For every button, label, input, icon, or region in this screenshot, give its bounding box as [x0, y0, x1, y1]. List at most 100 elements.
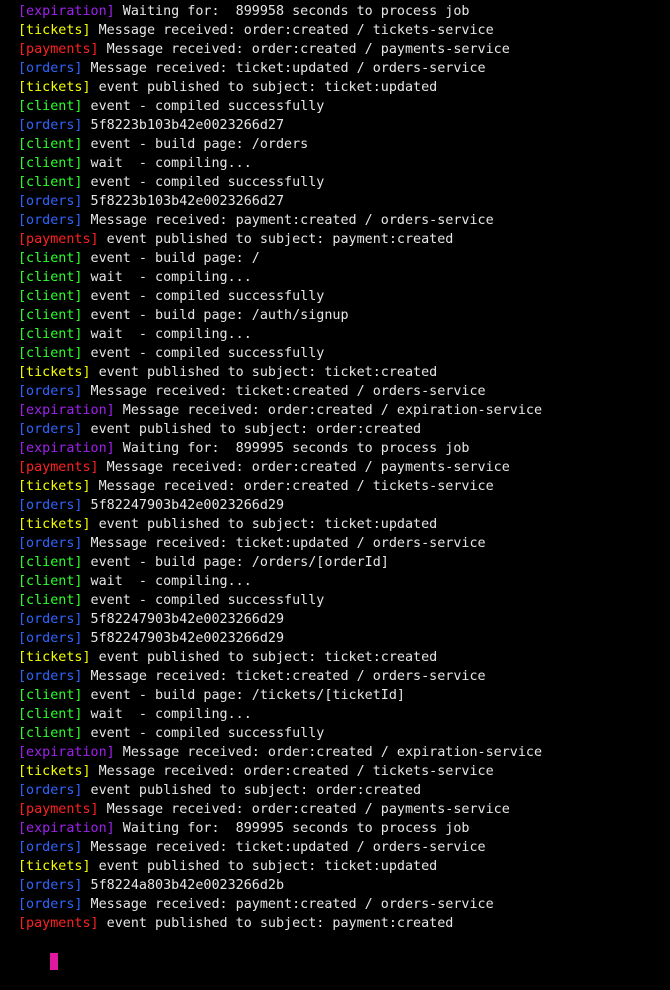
log-line-payments: [payments] Message received: order:creat… [18, 40, 670, 59]
service-tag-orders: [orders] [18, 498, 83, 513]
service-tag-payments: [payments] [18, 232, 99, 247]
log-message: event - build page: /orders [82, 137, 309, 152]
log-message: event - compiled successfully [82, 289, 325, 304]
log-line-client: [client] event - build page: /orders/[or… [18, 553, 670, 572]
log-line-orders: [orders] Message received: ticket:update… [18, 838, 670, 857]
log-line-orders: [orders] 5f82247903b42e0023266d29 [18, 610, 670, 629]
service-tag-orders: [orders] [18, 878, 83, 893]
log-message: Message received: ticket:created / order… [82, 669, 486, 684]
log-line-tickets: [tickets] event published to subject: ti… [18, 648, 670, 667]
log-line-expiration: [expiration] Waiting for: 899995 seconds… [18, 819, 670, 838]
service-tag-payments: [payments] [18, 460, 99, 475]
log-message: Message received: ticket:updated / order… [82, 840, 486, 855]
log-message: wait - compiling... [82, 270, 252, 285]
log-message: Message received: order:created / paymen… [98, 460, 510, 475]
log-message: event - compiled successfully [82, 726, 325, 741]
log-line-client: [client] wait - compiling... [18, 154, 670, 173]
log-line-orders: [orders] 5f8223b103b42e0023266d27 [18, 116, 670, 135]
log-message: event published to subject: ticket:updat… [90, 517, 438, 532]
log-message: event - compiled successfully [82, 175, 325, 190]
service-tag-client: [client] [18, 270, 83, 285]
log-message: Message received: order:created / ticket… [90, 764, 494, 779]
service-tag-orders: [orders] [18, 118, 83, 133]
log-message: 5f8223b103b42e0023266d27 [82, 194, 285, 209]
log-line-client: [client] event - compiled successfully [18, 287, 670, 306]
log-message: Waiting for: 899958 seconds to process j… [114, 4, 470, 19]
service-tag-orders: [orders] [18, 783, 83, 798]
log-line-payments: [payments] event published to subject: p… [18, 914, 670, 933]
service-tag-client: [client] [18, 726, 83, 741]
log-line-orders: [orders] Message received: payment:creat… [18, 211, 670, 230]
service-tag-orders: [orders] [18, 422, 83, 437]
log-line-client: [client] wait - compiling... [18, 325, 670, 344]
log-message: Message received: payment:created / orde… [82, 213, 494, 228]
service-tag-client: [client] [18, 289, 83, 304]
log-line-client: [client] event - compiled successfully [18, 97, 670, 116]
log-message: event published to subject: ticket:creat… [90, 650, 438, 665]
log-message: wait - compiling... [82, 327, 252, 342]
log-line-orders: [orders] 5f8224a803b42e0023266d2b [18, 876, 670, 895]
log-line-client: [client] event - build page: /tickets/[t… [18, 686, 670, 705]
log-message: event - compiled successfully [82, 346, 325, 361]
log-message: event published to subject: order:create… [82, 422, 422, 437]
service-tag-client: [client] [18, 137, 83, 152]
log-line-tickets: [tickets] Message received: order:create… [18, 21, 670, 40]
log-message: 5f8224a803b42e0023266d2b [82, 878, 285, 893]
log-line-client: [client] wait - compiling... [18, 705, 670, 724]
log-line-client: [client] wait - compiling... [18, 268, 670, 287]
log-message: event - build page: /orders/[orderId] [82, 555, 389, 570]
log-line-client: [client] event - build page: /auth/signu… [18, 306, 670, 325]
service-tag-client: [client] [18, 346, 83, 361]
log-message: event published to subject: ticket:creat… [90, 365, 438, 380]
service-tag-orders: [orders] [18, 536, 83, 551]
service-tag-client: [client] [18, 251, 83, 266]
service-tag-payments: [payments] [18, 42, 99, 57]
terminal-window[interactable]: [expiration] Waiting for: 899958 seconds… [0, 0, 670, 970]
service-tag-tickets: [tickets] [18, 650, 91, 665]
log-message: 5f82247903b42e0023266d29 [82, 631, 285, 646]
log-line-tickets: [tickets] event published to subject: ti… [18, 857, 670, 876]
service-tag-client: [client] [18, 156, 83, 171]
log-line-orders: [orders] Message received: ticket:update… [18, 534, 670, 553]
log-message: Message received: ticket:created / order… [82, 384, 486, 399]
log-message: Message received: order:created / ticket… [90, 479, 494, 494]
log-message: Message received: order:created / paymen… [98, 42, 510, 57]
prompt-line[interactable] [18, 933, 670, 970]
log-message: wait - compiling... [82, 574, 252, 589]
service-tag-expiration: [expiration] [18, 821, 115, 836]
service-tag-client: [client] [18, 707, 83, 722]
service-tag-client: [client] [18, 175, 83, 190]
log-message: 5f82247903b42e0023266d29 [82, 498, 285, 513]
service-tag-payments: [payments] [18, 802, 99, 817]
log-message: event - compiled successfully [82, 593, 325, 608]
service-tag-client: [client] [18, 99, 83, 114]
log-message: event published to subject: payment:crea… [98, 232, 454, 247]
log-line-tickets: [tickets] event published to subject: ti… [18, 363, 670, 382]
terminal-cursor [50, 953, 59, 970]
log-message: event published to subject: ticket:updat… [90, 859, 438, 874]
log-message: Message received: order:created / expira… [114, 745, 543, 760]
service-tag-tickets: [tickets] [18, 80, 91, 95]
log-message: event published to subject: payment:crea… [98, 916, 454, 931]
service-tag-orders: [orders] [18, 897, 83, 912]
service-tag-tickets: [tickets] [18, 23, 91, 38]
log-line-expiration: [expiration] Message received: order:cre… [18, 401, 670, 420]
log-line-payments: [payments] Message received: order:creat… [18, 458, 670, 477]
log-line-orders: [orders] Message received: ticket:create… [18, 382, 670, 401]
log-line-expiration: [expiration] Waiting for: 899995 seconds… [18, 439, 670, 458]
log-line-orders: [orders] event published to subject: ord… [18, 420, 670, 439]
log-message: Message received: ticket:updated / order… [82, 61, 486, 76]
service-tag-orders: [orders] [18, 840, 83, 855]
log-line-orders: [orders] Message received: ticket:create… [18, 667, 670, 686]
service-tag-tickets: [tickets] [18, 479, 91, 494]
log-line-tickets: [tickets] Message received: order:create… [18, 477, 670, 496]
service-tag-expiration: [expiration] [18, 441, 115, 456]
service-tag-client: [client] [18, 574, 83, 589]
service-tag-client: [client] [18, 327, 83, 342]
log-message: wait - compiling... [82, 156, 252, 171]
log-line-orders: [orders] 5f8223b103b42e0023266d27 [18, 192, 670, 211]
log-message: event published to subject: ticket:updat… [90, 80, 438, 95]
service-tag-orders: [orders] [18, 61, 83, 76]
log-line-tickets: [tickets] event published to subject: ti… [18, 515, 670, 534]
service-tag-client: [client] [18, 555, 83, 570]
